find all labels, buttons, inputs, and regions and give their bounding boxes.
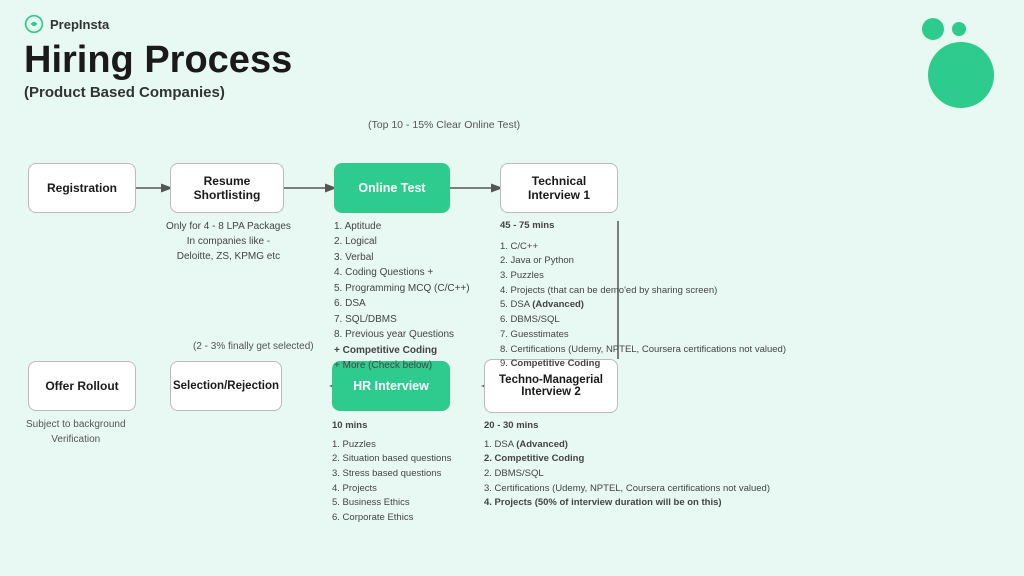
- deco-circle-large: [928, 42, 994, 108]
- logo: PrepInsta: [24, 14, 1000, 34]
- logo-icon: [24, 14, 44, 34]
- page-subtitle: (Product Based Companies): [24, 84, 1000, 101]
- resume-node: Resume Shortlisting: [170, 163, 284, 213]
- deco-circle-tiny: [952, 22, 966, 36]
- hr-annotation: 10 mins 1. Puzzles 2. Situation based qu…: [332, 419, 451, 526]
- logo-text: PrepInsta: [50, 17, 109, 32]
- offer-node: Offer Rollout: [28, 361, 136, 411]
- top-note: (Top 10 - 15% Clear Online Test): [368, 119, 520, 131]
- tech1-annotation: 45 - 75 mins 1. C/C++ 2. Java or Python …: [500, 219, 786, 372]
- registration-node: Registration: [28, 163, 136, 213]
- page-title: Hiring Process: [24, 40, 1000, 82]
- selection-node: Selection/Rejection: [170, 361, 282, 411]
- deco-circle-small: [922, 18, 944, 40]
- resume-annotation: Only for 4 - 8 LPA Packages In companies…: [166, 219, 291, 264]
- selection-annotation: (2 - 3% finally get selected): [193, 339, 314, 354]
- tech2-annotation: 20 - 30 mins 1. DSA (Advanced) 2. Compet…: [484, 419, 770, 511]
- header: PrepInsta Hiring Process (Product Based …: [0, 0, 1024, 107]
- tech1-node: Technical Interview 1: [500, 163, 618, 213]
- online-test-node: Online Test: [334, 163, 450, 213]
- online-test-annotation: 1. Aptitude 2. Logical 3. Verbal 4. Codi…: [334, 219, 470, 374]
- offer-annotation: Subject to background Verification: [26, 417, 126, 447]
